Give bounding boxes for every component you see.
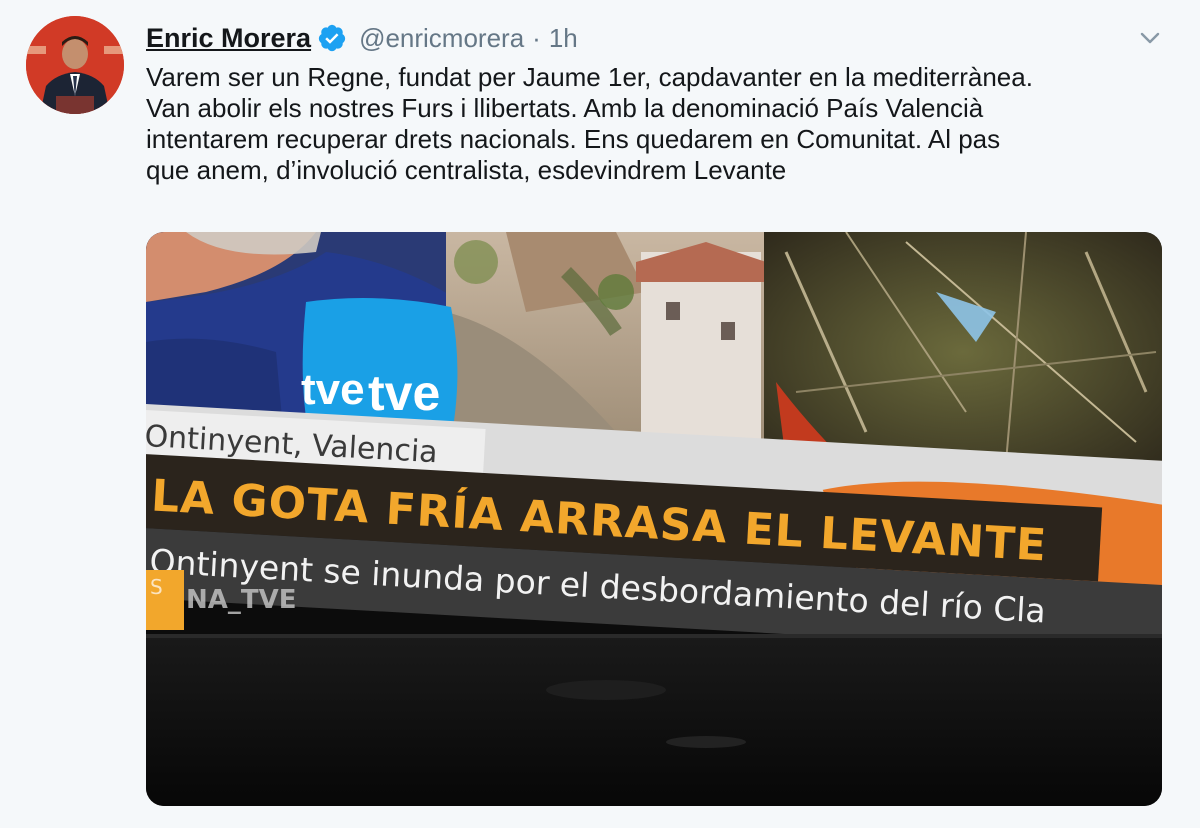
debris-scene xyxy=(764,232,1162,472)
tweet-text-line: Varem ser un Regne, fundat per Jaume 1er… xyxy=(146,62,1033,92)
tweet-media-photo[interactable]: tve tve Ontinyent, Valencia LA GOTA FRÍA… xyxy=(146,232,1162,806)
mic-logo: tve xyxy=(301,365,365,414)
avatar[interactable] xyxy=(26,16,124,114)
tweet-header: Enric Morera @enricmorera · 1h xyxy=(146,18,578,58)
verified-badge-icon xyxy=(317,23,347,53)
tweet-text-line: que anem, d’involució centralista, esdev… xyxy=(146,155,787,185)
avatar-photo xyxy=(26,16,124,114)
mic-logo-2: tve xyxy=(368,365,440,421)
tweet-text-line: intentarem recuperar drets nacionals. En… xyxy=(146,124,1001,154)
tweet-text: Varem ser un Regne, fundat per Jaume 1er… xyxy=(146,62,1156,186)
author-name[interactable]: Enric Morera xyxy=(146,23,311,54)
tweet-text-line: Van abolir els nostres Furs i llibertats… xyxy=(146,93,984,123)
channel-tag-prefix: S xyxy=(150,575,163,599)
author-handle[interactable]: @enricmorera xyxy=(359,23,524,54)
chevron-down-icon[interactable] xyxy=(1136,24,1164,52)
channel-tag: NA_TVE xyxy=(186,585,297,615)
tweet-timestamp[interactable]: 1h xyxy=(549,23,578,54)
separator-dot: · xyxy=(532,22,541,53)
